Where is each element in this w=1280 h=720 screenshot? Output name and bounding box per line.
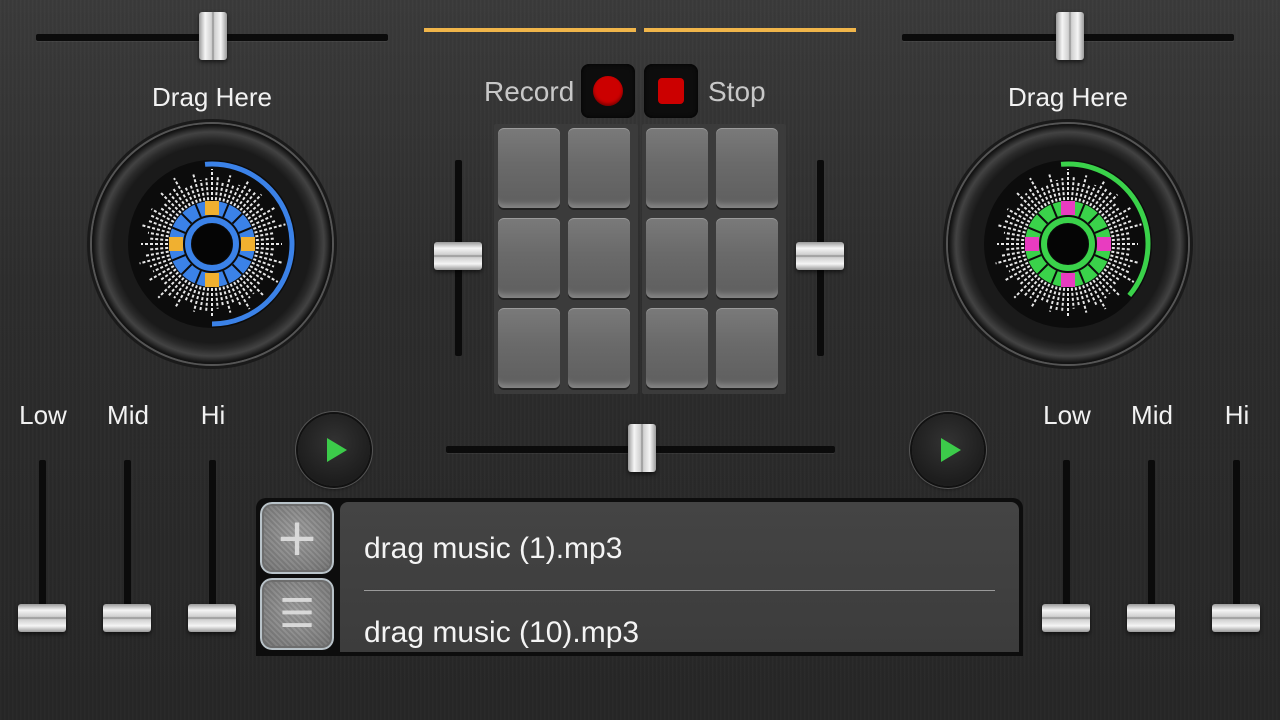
left-gain-thumb[interactable] xyxy=(434,242,482,270)
pad[interactable] xyxy=(716,218,778,298)
left-pad-group xyxy=(494,124,638,394)
stop-label: Stop xyxy=(708,76,766,107)
plus-icon: + xyxy=(275,508,319,568)
list-divider xyxy=(364,590,995,591)
right-disc-graphic xyxy=(984,160,1152,328)
play-icon xyxy=(327,438,347,462)
left-disc-graphic xyxy=(128,160,296,328)
left-play-button[interactable] xyxy=(298,414,370,486)
playlist-panel: + ☰ drag music (1).mp3 drag music (10).m… xyxy=(256,498,1023,656)
left-eq-hi-label: Hi xyxy=(200,400,226,430)
pad[interactable] xyxy=(498,128,560,208)
list-item[interactable]: drag music (10).mp3 xyxy=(364,616,639,650)
right-pad-group xyxy=(642,124,786,394)
pad[interactable] xyxy=(498,218,560,298)
right-gain-thumb[interactable] xyxy=(796,242,844,270)
pad[interactable] xyxy=(568,308,630,388)
record-icon xyxy=(593,76,623,106)
pad[interactable] xyxy=(716,128,778,208)
left-eq-hi-thumb[interactable] xyxy=(188,604,236,632)
left-pitch-thumb[interactable] xyxy=(199,12,227,60)
pad[interactable] xyxy=(568,128,630,208)
tab-indicator-left[interactable] xyxy=(424,28,636,32)
record-label: Record xyxy=(484,76,575,107)
right-turntable[interactable] xyxy=(948,124,1188,364)
right-eq-mid-label: Mid xyxy=(1131,400,1173,430)
right-eq-hi-label: Hi xyxy=(1224,400,1250,430)
pad[interactable] xyxy=(716,308,778,388)
add-track-button[interactable]: + xyxy=(260,502,334,574)
left-turntable[interactable] xyxy=(92,124,332,364)
right-pitch-thumb[interactable] xyxy=(1056,12,1084,60)
stop-icon xyxy=(658,78,684,104)
play-icon xyxy=(941,438,961,462)
right-eq-low-label: Low xyxy=(1043,400,1091,430)
left-eq-mid-thumb[interactable] xyxy=(103,604,151,632)
right-deck-label: Drag Here xyxy=(1008,82,1128,112)
record-button[interactable] xyxy=(581,64,635,118)
left-eq-low-label: Low xyxy=(19,400,67,430)
right-eq-mid-thumb[interactable] xyxy=(1127,604,1175,632)
stop-button[interactable] xyxy=(644,64,698,118)
left-deck-label: Drag Here xyxy=(152,82,272,112)
right-play-button[interactable] xyxy=(912,414,984,486)
pad[interactable] xyxy=(646,218,708,298)
pad[interactable] xyxy=(498,308,560,388)
playlist-list[interactable]: drag music (1).mp3 drag music (10).mp3 xyxy=(340,502,1019,652)
tab-indicator-right[interactable] xyxy=(644,28,856,32)
pad[interactable] xyxy=(646,128,708,208)
crossfader-thumb[interactable] xyxy=(628,424,656,472)
pad[interactable] xyxy=(568,218,630,298)
playlist-menu-button[interactable]: ☰ xyxy=(260,578,334,650)
right-eq-hi-thumb[interactable] xyxy=(1212,604,1260,632)
menu-icon: ☰ xyxy=(279,591,315,637)
left-eq-low-thumb[interactable] xyxy=(18,604,66,632)
list-item[interactable]: drag music (1).mp3 xyxy=(364,532,622,566)
left-eq-mid-label: Mid xyxy=(107,400,149,430)
right-eq-low-thumb[interactable] xyxy=(1042,604,1090,632)
pad[interactable] xyxy=(646,308,708,388)
